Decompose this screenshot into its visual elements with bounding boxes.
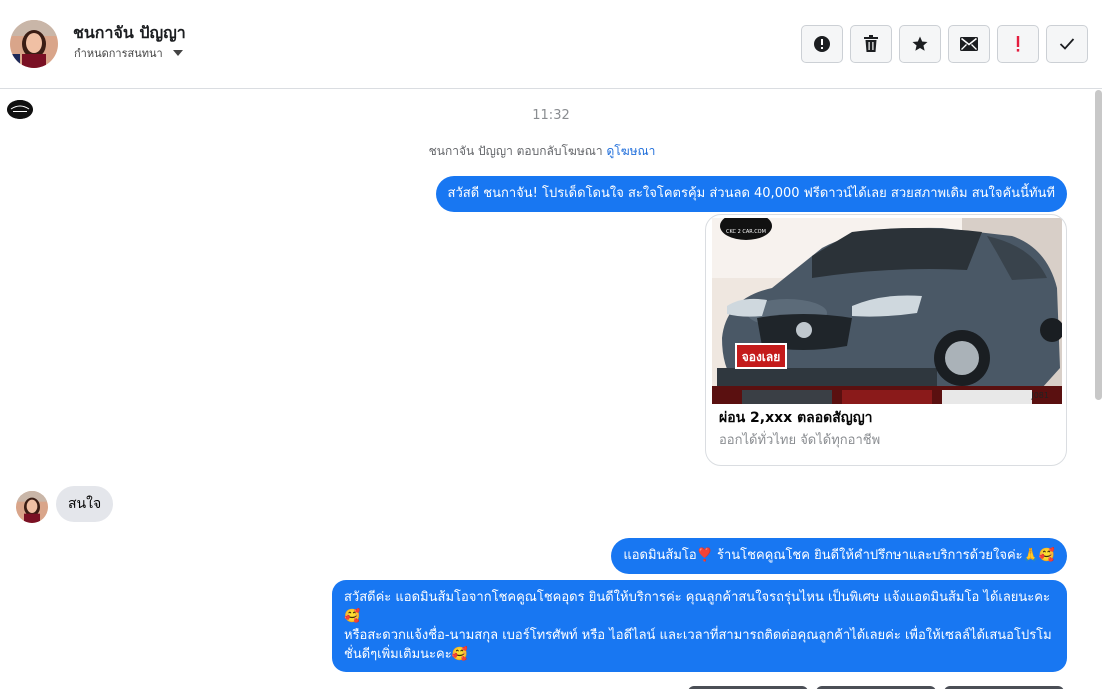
ad-image-brand: CKC 2 CAR.COM — [726, 229, 766, 235]
outgoing-message-admin-details[interactable]: สวัสดีค่ะ แอดมินส้มโอจากโชคคูณโชคอุดร ยิ… — [332, 580, 1067, 672]
view-ad-link[interactable]: ดูโฆษณา — [606, 144, 655, 158]
ad-card-subtitle: ออกได้ทั่วไทย จัดได้ทุกอาชีพ — [719, 433, 881, 448]
admin-message-line-1: สวัสดีค่ะ แอดมินส้มโอจากโชคคูณโชคอุดร ยิ… — [344, 590, 1050, 624]
mark-important-button[interactable] — [997, 25, 1039, 63]
ad-image-caption: จองเลย — [742, 350, 781, 364]
contact-avatar[interactable] — [10, 20, 58, 68]
ad-image-code: J081 — [1030, 391, 1049, 400]
exclamation-icon — [1016, 36, 1020, 52]
ad-reply-text: ชนกาจัน ปัญญา ตอบกลับโฆษณา — [428, 144, 603, 158]
conversation-settings-label: กำหนดการสนทนา — [74, 47, 163, 60]
outgoing-message-admin-intro[interactable]: แอดมินส้มโอ❣️ ร้านโชคคูณโชค ยินดีให้คำปร… — [611, 538, 1067, 574]
ad-reply-note: ชนกาจัน ปัญญา ตอบกลับโฆษณา ดูโฆษณา — [0, 142, 1084, 161]
conversation-settings-dropdown[interactable]: กำหนดการสนทนา — [74, 44, 183, 62]
mark-done-button[interactable] — [1046, 25, 1088, 63]
sender-avatar[interactable] — [16, 491, 48, 523]
mark-unread-button[interactable] — [948, 25, 990, 63]
trash-icon — [864, 35, 878, 52]
incoming-message[interactable]: สนใจ — [56, 486, 114, 522]
report-spam-button[interactable] — [801, 25, 843, 63]
conversation-header: ชนกาจัน ปัญญา กำหนดการสนทนา — [0, 0, 1102, 89]
contact-name[interactable]: ชนกาจัน ปัญญา — [73, 21, 186, 46]
exclamation-circle-icon — [814, 36, 830, 52]
admin-message-line-2: หรือสะดวกแจ้งชื่อ-นามสกุล เบอร์โทรศัพท์ … — [344, 628, 1052, 662]
ad-card-title: ผ่อน 2,xxx ตลอดสัญญา — [719, 410, 873, 426]
ad-card-image[interactable]: จองเลย CKC 2 CAR.COM J081 — [712, 218, 1062, 404]
conversation-toolbar — [801, 25, 1088, 63]
checkmark-icon — [1059, 38, 1075, 50]
message-timestamp: 11:32 — [532, 108, 570, 123]
outgoing-message-greeting[interactable]: สวัสดี ชนกาจัน! โปรเด็ดโดนใจ สะใจโคตรคุ้… — [435, 176, 1067, 212]
star-icon — [912, 36, 928, 51]
scrollbar[interactable] — [1095, 90, 1102, 400]
ad-card[interactable]: จองเลย CKC 2 CAR.COM J081 ผ่อน 2,xxx ตลอ… — [705, 214, 1067, 466]
envelope-icon — [960, 37, 978, 51]
chevron-down-icon — [172, 50, 183, 56]
delete-button[interactable] — [850, 25, 892, 63]
star-button[interactable] — [899, 25, 941, 63]
